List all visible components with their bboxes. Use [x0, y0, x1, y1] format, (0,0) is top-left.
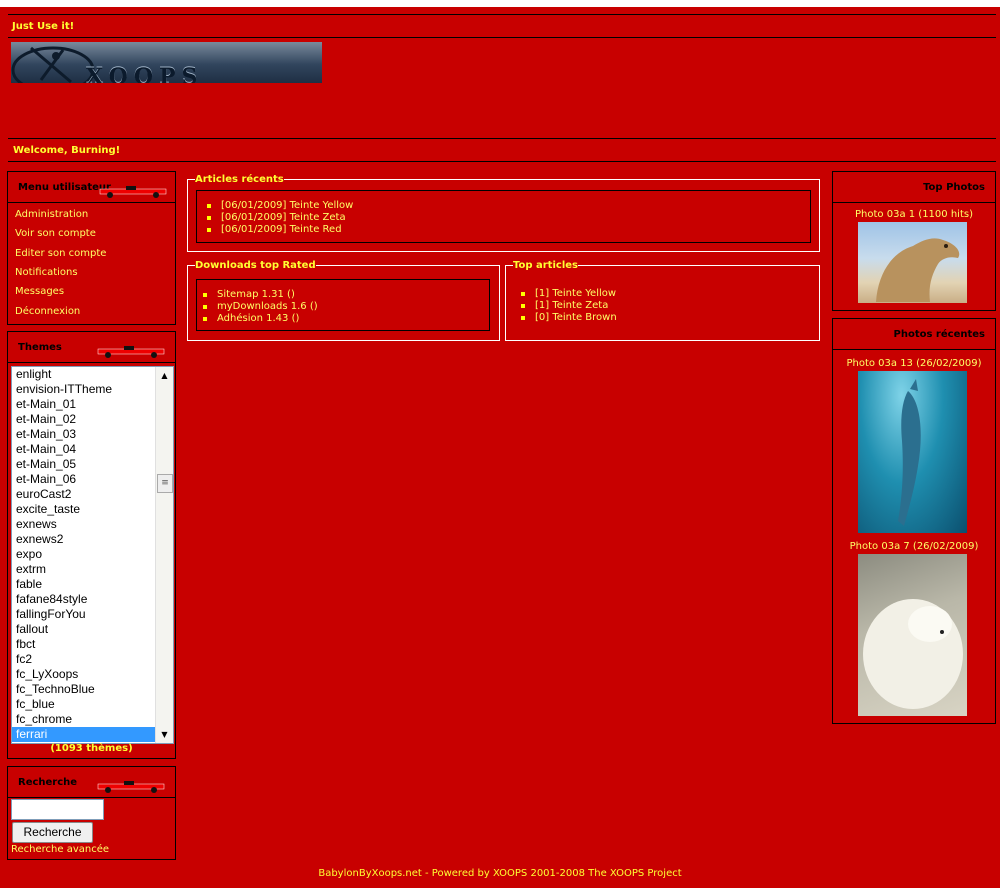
theme-option[interactable]: et-Main_06 [12, 472, 173, 487]
top-article-link[interactable]: [1] Teinte Yellow [519, 288, 617, 300]
photo-caption[interactable]: Photo 03a 1 (1100 hits) [833, 209, 995, 220]
camel-image [876, 238, 960, 302]
theme-option[interactable]: et-Main_05 [12, 457, 173, 472]
theme-option[interactable]: extrm [12, 562, 173, 577]
theme-option[interactable]: fbct [12, 637, 173, 652]
top-articles-title: Top articles [513, 260, 578, 271]
site-logo[interactable]: XOOPS BRASIL [11, 42, 322, 83]
polar-bear-photo[interactable] [858, 554, 967, 716]
download-link[interactable]: Adhésion 1.43 () [201, 313, 318, 325]
articles-recents-content: [06/01/2009] Teinte Yellow [06/01/2009] … [196, 190, 811, 243]
site-footer: BabylonByXoops.net - Powered by XOOPS 20… [318, 868, 682, 879]
menu-item-voir-compte[interactable]: Voir son compte [15, 228, 96, 239]
recent-photos-header: Photos récentes [833, 319, 995, 350]
theme-option[interactable]: fc2 [12, 652, 173, 667]
welcome-message: Welcome, Burning! [13, 145, 121, 156]
theme-option[interactable]: et-Main_02 [12, 412, 173, 427]
scroll-thumb[interactable]: ≡ [157, 474, 173, 493]
race-car-icon [99, 186, 167, 198]
themes-count: (1093 thèmes) [50, 743, 133, 754]
themes-block: Themes enlight envision-ITTheme et-Main_01… [7, 331, 176, 759]
downloads-title: Downloads top Rated [195, 260, 316, 271]
theme-option[interactable]: euroCast2 [12, 487, 173, 502]
dolphin-image [898, 379, 921, 526]
theme-option[interactable]: fallout [12, 622, 173, 637]
site-slogan: Just Use it! [12, 21, 75, 32]
downloads-content: Sitemap 1.31 () myDownloads 1.6 () Adhés… [196, 279, 490, 331]
divider [8, 37, 996, 38]
divider [8, 138, 996, 139]
theme-option[interactable]: et-Main_01 [12, 397, 173, 412]
top-strip [0, 0, 1000, 7]
menu-item-editer-compte[interactable]: Editer son compte [15, 248, 106, 259]
recent-photos-title: Photos récentes [893, 329, 985, 340]
download-link[interactable]: myDownloads 1.6 () [201, 301, 318, 313]
theme-option[interactable]: exnews2 [12, 532, 173, 547]
theme-option[interactable]: fc_blue [12, 697, 173, 712]
search-title: Recherche [18, 777, 78, 788]
theme-option[interactable]: expo [12, 547, 173, 562]
theme-option[interactable]: fc_LyXoops [12, 667, 173, 682]
theme-option[interactable]: exnews [12, 517, 173, 532]
scroll-up-icon[interactable]: ▲ [156, 367, 173, 384]
theme-option[interactable]: fafane84style [12, 592, 173, 607]
top-photos-title: Top Photos [923, 182, 985, 193]
divider [8, 161, 996, 162]
race-car-icon [97, 346, 165, 358]
article-link[interactable]: [06/01/2009] Teinte Zeta [205, 212, 353, 224]
dolphin-photo[interactable] [858, 371, 967, 533]
theme-option[interactable]: envision-ITTheme [12, 382, 173, 397]
themes-scrollbar[interactable]: ▲ ≡ ▼ [155, 367, 173, 743]
search-button[interactable]: Recherche [12, 822, 93, 843]
themes-select-list[interactable]: enlight envision-ITTheme et-Main_01 et-Main… [11, 366, 174, 744]
user-menu-header: Menu utilisateur [8, 172, 175, 203]
top-article-link[interactable]: [0] Teinte Brown [519, 312, 617, 324]
top-photos-header: Top Photos [833, 172, 995, 203]
theme-option[interactable]: et-Main_03 [12, 427, 173, 442]
menu-item-administration[interactable]: Administration [15, 209, 88, 220]
race-car-icon [97, 781, 165, 793]
logo-text: XOOPS BRASIL [86, 64, 204, 83]
search-block: Recherche Recherche Recherche avancée [7, 766, 176, 860]
top-photos-block: Top Photos Photo 03a 1 (1100 hits) [832, 171, 996, 311]
theme-option[interactable]: et-Main_04 [12, 442, 173, 457]
article-link[interactable]: [06/01/2009] Teinte Yellow [205, 200, 353, 212]
top-article-link[interactable]: [1] Teinte Zeta [519, 300, 617, 312]
menu-item-deconnexion[interactable]: Déconnexion [15, 306, 80, 317]
theme-option[interactable]: excite_taste [12, 502, 173, 517]
advanced-search-link[interactable]: Recherche avancée [11, 844, 109, 855]
photo-caption[interactable]: Photo 03a 13 (26/02/2009) [833, 358, 995, 369]
menu-item-messages[interactable]: Messages [15, 286, 64, 297]
polar-bear-image [863, 599, 963, 709]
article-link[interactable]: [06/01/2009] Teinte Red [205, 224, 353, 236]
photo-caption[interactable]: Photo 03a 7 (26/02/2009) [833, 541, 995, 552]
theme-option[interactable]: fc_TechnoBlue [12, 682, 173, 697]
theme-option[interactable]: fc_chrome [12, 712, 173, 727]
camel-photo[interactable] [858, 222, 967, 303]
scroll-down-icon[interactable]: ▼ [156, 726, 173, 743]
divider [8, 14, 996, 15]
themes-title: Themes [18, 342, 62, 353]
theme-option[interactable]: fable [12, 577, 173, 592]
user-menu-block: Menu utilisateur Administration Voir son… [7, 171, 176, 325]
recent-photos-block: Photos récentes Photo 03a 13 (26/02/2009… [832, 318, 996, 724]
theme-option[interactable]: ferrari [12, 727, 173, 742]
search-header: Recherche [8, 767, 175, 798]
download-link[interactable]: Sitemap 1.31 () [201, 289, 318, 301]
menu-item-notifications[interactable]: Notifications [15, 267, 78, 278]
articles-recents-title: Articles récents [195, 174, 284, 185]
themes-header: Themes [8, 332, 175, 363]
top-articles-list: [1] Teinte Yellow [1] Teinte Zeta [0] Te… [519, 288, 617, 324]
search-input[interactable] [11, 799, 104, 820]
theme-option[interactable]: enlight [12, 367, 173, 382]
theme-option[interactable]: fallingForYou [12, 607, 173, 622]
